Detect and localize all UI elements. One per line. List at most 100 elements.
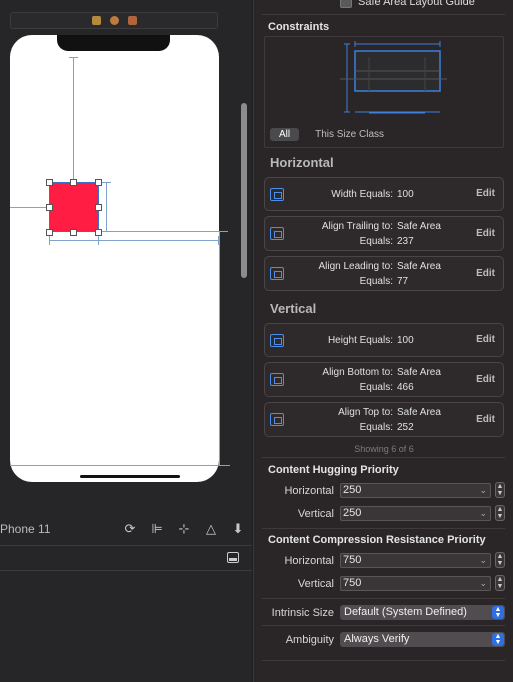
resize-handle-top-right[interactable]	[95, 179, 102, 186]
resize-handle-bottom[interactable]	[70, 229, 77, 236]
compression-horizontal-field[interactable]: 750 ⌄	[340, 553, 491, 568]
resize-handle-right[interactable]	[95, 204, 102, 211]
edit-button[interactable]: Edit	[476, 188, 495, 199]
divider	[262, 528, 505, 529]
chevron-down-icon[interactable]: ⌄	[479, 554, 487, 567]
canvas-scroll-area[interactable]	[0, 0, 238, 500]
edit-button[interactable]: Edit	[476, 228, 495, 239]
update-frames-icon[interactable]: ⟳	[121, 521, 139, 537]
vertical-title: Vertical	[270, 301, 317, 316]
compression-horizontal-label: Horizontal	[284, 555, 334, 567]
resize-handle-top[interactable]	[70, 179, 77, 186]
compression-vertical-value: 750	[343, 577, 362, 589]
chevron-down-icon[interactable]: ⌄	[479, 484, 487, 497]
debug-area-toggle-icon[interactable]	[227, 552, 239, 563]
height-indicator-line	[106, 182, 107, 232]
device-selector[interactable]: Phone 11	[0, 522, 112, 536]
constraint-value: 252	[397, 422, 414, 433]
canvas-bottom-toolbar: Phone 11 ⟳ ⊫ ⊹ △ ⬇	[0, 515, 252, 543]
constraint-label: Width Equals:	[331, 189, 393, 200]
constraint-width[interactable]: Width Equals: 100 Edit	[264, 177, 504, 211]
constraint-value: 77	[397, 276, 409, 287]
trailing-safe-area-line	[219, 231, 220, 466]
leading-constraint-line	[10, 207, 50, 208]
constraint-align-bottom[interactable]: Align Bottom to: Safe Area Equals: 466 E…	[264, 362, 504, 397]
tab-this-size-class[interactable]: This Size Class	[308, 128, 391, 141]
hugging-vertical-field[interactable]: 250 ⌄	[340, 506, 491, 521]
bottom-safe-area-line	[10, 465, 230, 466]
constraint-target: Safe Area	[397, 407, 441, 418]
intrinsic-size-label: Intrinsic Size	[271, 607, 334, 619]
divider	[262, 660, 505, 661]
safe-area-label: Safe Area Layout Guide	[358, 0, 475, 8]
debug-area-bar	[0, 545, 252, 571]
popup-arrows-icon: ▲ ▼	[492, 606, 504, 619]
device-frame[interactable]	[10, 35, 219, 482]
constraint-align-leading[interactable]: Align Leading to: Safe Area Equals: 77 E…	[264, 256, 504, 291]
selected-red-view[interactable]	[49, 182, 99, 232]
height-cap-top	[102, 182, 111, 183]
hugging-vertical-label: Vertical	[297, 508, 334, 520]
resize-handle-top-left[interactable]	[46, 179, 53, 186]
constraint-target: Safe Area	[397, 367, 441, 378]
top-constraint-cap	[69, 57, 78, 58]
compression-horizontal-stepper[interactable]: ▲ ▼	[495, 552, 505, 568]
ambiguity-popup[interactable]: Always Verify ▲ ▼	[340, 632, 505, 647]
constraint-target: Safe Area	[397, 261, 441, 272]
edit-button[interactable]: Edit	[476, 414, 495, 425]
add-constraints-icon[interactable]: ⊹	[175, 521, 193, 537]
edit-button[interactable]: Edit	[476, 268, 495, 279]
chevron-down-icon[interactable]: ⌄	[479, 507, 487, 520]
resolve-issues-icon[interactable]: △	[202, 521, 220, 537]
compression-title: Content Compression Resistance Priority	[268, 534, 486, 546]
scene-dock	[10, 12, 218, 29]
interface-builder-canvas: Phone 11 ⟳ ⊫ ⊹ △ ⬇	[0, 0, 252, 682]
constraint-label: Equals:	[359, 422, 393, 433]
size-inspector: Safe Area Layout Guide Constraints All T…	[253, 0, 513, 682]
canvas-scrollbar[interactable]	[241, 103, 247, 278]
view-controller-icon[interactable]	[91, 16, 101, 25]
constraint-label: Equals:	[359, 236, 393, 247]
width-cap-mid	[98, 236, 99, 245]
hugging-horizontal-field[interactable]: 250 ⌄	[340, 483, 491, 498]
divider	[262, 457, 505, 458]
constraint-value: 237	[397, 236, 414, 247]
divider	[262, 598, 505, 599]
chevron-down-icon[interactable]: ⌄	[479, 577, 487, 590]
divider	[262, 14, 505, 15]
ambiguity-label: Ambiguity	[285, 634, 334, 646]
compression-vertical-label: Vertical	[297, 578, 334, 590]
embed-in-icon[interactable]: ⬇	[229, 521, 247, 537]
ambiguity-value: Always Verify	[344, 633, 410, 645]
constraint-value: 100	[397, 335, 414, 346]
hugging-horizontal-stepper[interactable]: ▲ ▼	[495, 482, 505, 498]
constraint-align-top[interactable]: Align Top to: Safe Area Equals: 252 Edit	[264, 402, 504, 437]
compression-vertical-field[interactable]: 750 ⌄	[340, 576, 491, 591]
constraint-height[interactable]: Height Equals: 100 Edit	[264, 323, 504, 357]
constraint-label: Equals:	[359, 382, 393, 393]
safe-area-checkbox[interactable]	[340, 0, 352, 8]
constraint-label: Align Trailing to:	[321, 221, 393, 232]
hugging-horizontal-value: 250	[343, 484, 362, 496]
width-cap-left	[49, 236, 50, 245]
resize-handle-bottom-right[interactable]	[95, 229, 102, 236]
size-class-tabs: All This Size Class	[270, 128, 391, 141]
hugging-vertical-stepper[interactable]: ▲ ▼	[495, 505, 505, 521]
compression-horizontal-value: 750	[343, 554, 362, 566]
intrinsic-size-value: Default (System Defined)	[344, 606, 467, 618]
first-responder-icon[interactable]	[109, 16, 119, 25]
align-icon[interactable]: ⊫	[148, 521, 166, 537]
hugging-title: Content Hugging Priority	[268, 464, 399, 476]
tab-all[interactable]: All	[270, 128, 300, 141]
popup-arrows-icon: ▲ ▼	[492, 633, 504, 646]
constraint-align-trailing[interactable]: Align Trailing to: Safe Area Equals: 237…	[264, 216, 504, 251]
exit-icon[interactable]	[127, 16, 137, 25]
intrinsic-size-popup[interactable]: Default (System Defined) ▲ ▼	[340, 605, 505, 620]
home-indicator	[80, 475, 180, 478]
resize-handle-left[interactable]	[46, 204, 53, 211]
constraints-title: Constraints	[268, 21, 330, 33]
compression-vertical-stepper[interactable]: ▲ ▼	[495, 575, 505, 591]
resize-handle-bottom-left[interactable]	[46, 229, 53, 236]
edit-button[interactable]: Edit	[476, 374, 495, 385]
edit-button[interactable]: Edit	[476, 334, 495, 345]
